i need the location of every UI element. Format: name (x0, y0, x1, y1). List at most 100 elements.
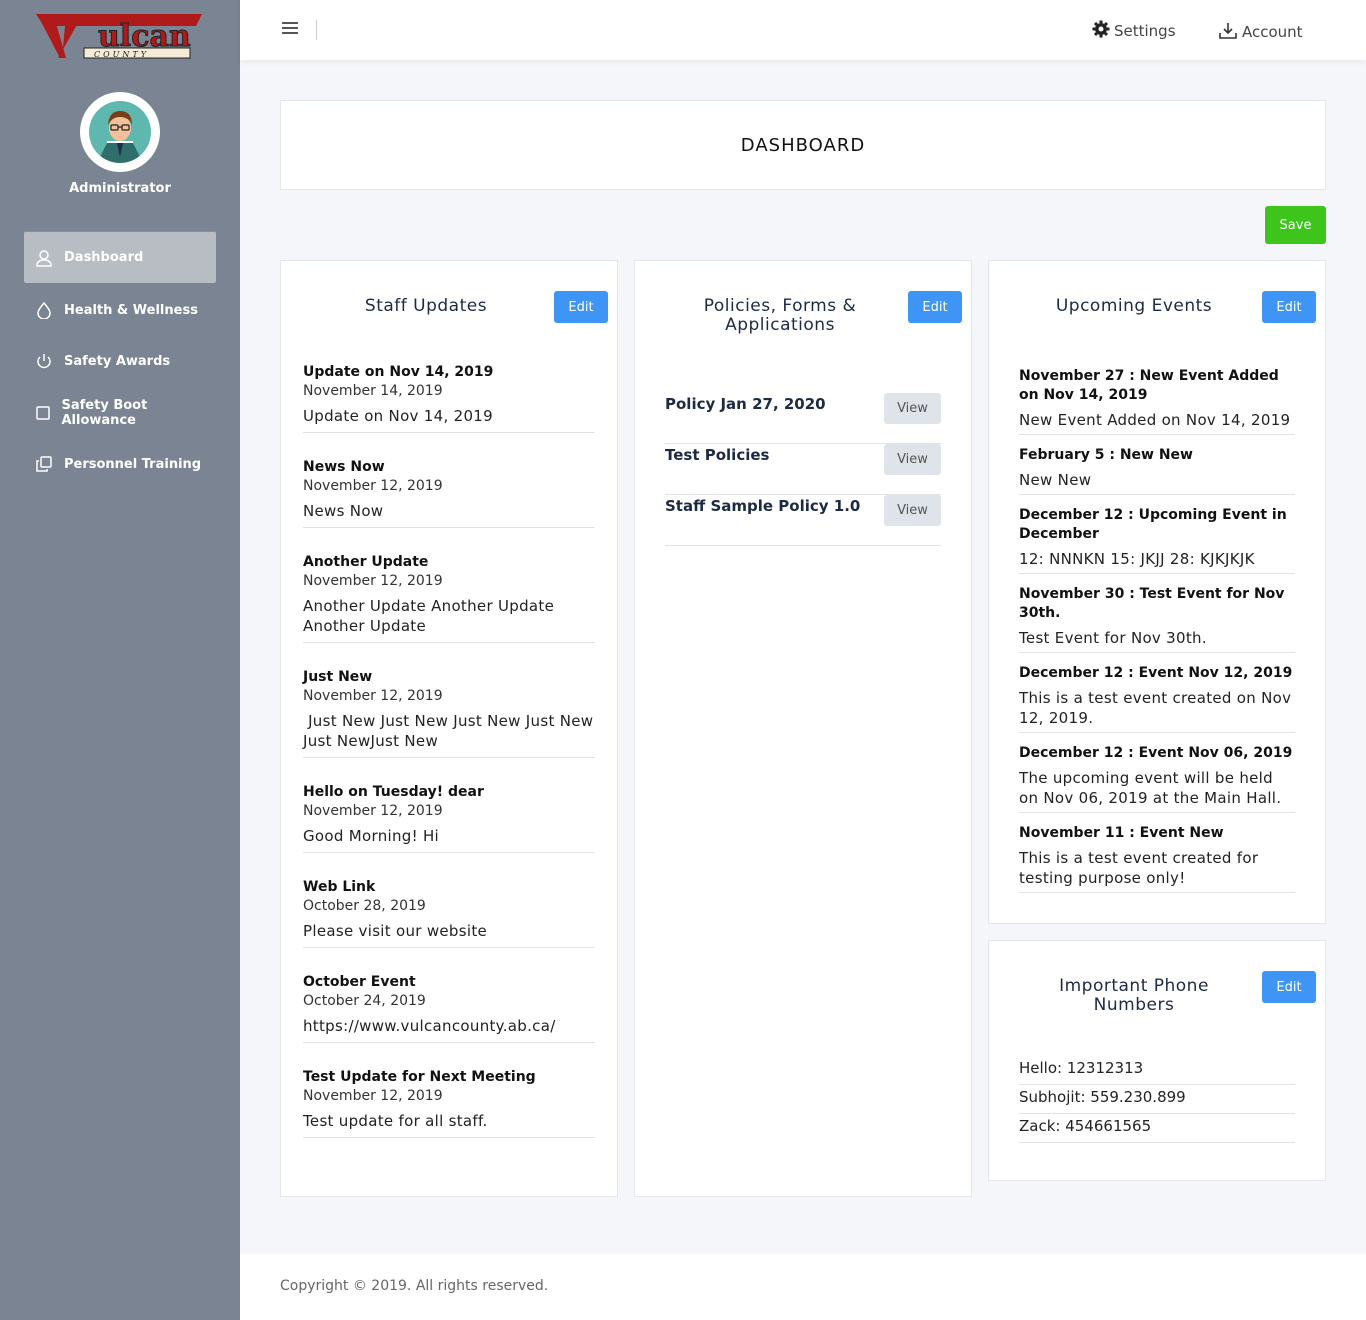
sidebar: ulcan COUNTY Administrator Dashboard Hea… (0, 0, 240, 1320)
item-title: October Event (303, 974, 416, 990)
item-date: October 28, 2019 (303, 898, 426, 914)
event-body: The upcoming event will be held on Nov 0… (1019, 769, 1282, 807)
item-title: Another Update (303, 554, 429, 570)
list-item[interactable]: Web Link October 28, 2019 Please visit o… (303, 878, 595, 948)
policies-edit-button[interactable]: Edit (908, 291, 962, 323)
page-title: DASHBOARD (740, 134, 866, 156)
copy-icon (24, 455, 64, 473)
event-title: December 12 : Event Nov 12, 2019 (1019, 665, 1293, 681)
event-title: February 5 : New New (1019, 447, 1193, 463)
list-item[interactable]: Update on Nov 14, 2019 November 14, 2019… (303, 363, 595, 433)
account-label: Account (1242, 23, 1303, 41)
sidebar-item-label: Personnel Training (64, 456, 202, 472)
item-date: November 12, 2019 (303, 1088, 443, 1104)
item-body: Please visit our website (303, 922, 488, 940)
policy-name[interactable]: Staff Sample Policy 1.0 (665, 496, 860, 516)
item-title: Hello on Tuesday! dear (303, 784, 484, 800)
item-body: Good Morning! Hi (303, 827, 440, 845)
menu-toggle-icon[interactable] (282, 22, 298, 38)
list-item[interactable]: November 11 : Event New This is a test e… (1019, 824, 1295, 893)
list-item[interactable]: Test Update for Next Meeting November 12… (303, 1068, 595, 1138)
avatar[interactable] (80, 92, 160, 172)
user-name: Administrator (69, 181, 171, 196)
sidebar-item-dashboard[interactable]: Dashboard (24, 231, 216, 283)
item-title: Test Update for Next Meeting (303, 1069, 536, 1085)
item-title: News Now (303, 459, 385, 475)
sidebar-item-health-wellness[interactable]: Health & Wellness (24, 284, 216, 336)
divider (316, 20, 317, 40)
item-body: Test update for all staff. (303, 1112, 488, 1130)
drop-icon (24, 301, 64, 319)
list-item[interactable]: Just New November 12, 2019 Just New Just… (303, 668, 595, 758)
view-button[interactable]: View (884, 393, 941, 424)
event-body: Test Event for Nov 30th. (1019, 629, 1207, 647)
list-item: Policy Jan 27, 2020 View (665, 393, 941, 444)
sidebar-item-safety-awards[interactable]: Safety Awards (24, 335, 216, 387)
list-item: Test Policies View (665, 444, 941, 495)
list-item: Hello: 12312313 (1019, 1056, 1295, 1085)
event-body: This is a test event created on Nov 12, … (1019, 689, 1292, 727)
item-body: News Now (303, 502, 384, 520)
sidebar-item-personnel-training[interactable]: Personnel Training (24, 438, 216, 490)
staff-updates-title: Staff Updates (364, 296, 488, 316)
policy-name[interactable]: Policy Jan 27, 2020 (665, 394, 826, 414)
event-body: This is a test event created for testing… (1019, 849, 1259, 887)
events-card: Upcoming Events Edit November 27 : New E… (988, 260, 1326, 924)
event-title: December 12 : Event Nov 06, 2019 (1019, 745, 1293, 761)
vulcan-county-logo[interactable]: ulcan COUNTY (36, 12, 204, 60)
list-item[interactable]: Another Update November 12, 2019 Another… (303, 553, 595, 643)
list-item: Zack: 454661565 (1019, 1114, 1295, 1143)
item-date: November 12, 2019 (303, 803, 443, 819)
svg-text:COUNTY: COUNTY (94, 50, 149, 59)
copyright-text: Copyright © 2019. All rights reserved. (280, 1278, 549, 1294)
event-body: New Event Added on Nov 14, 2019 (1019, 411, 1291, 429)
event-body: New New (1019, 471, 1092, 489)
event-title: December 12 : Upcoming Event in December (1019, 507, 1287, 542)
view-button[interactable]: View (884, 495, 941, 526)
policies-title: Policies, Forms & Applications (703, 296, 857, 335)
item-date: November 12, 2019 (303, 478, 443, 494)
item-date: October 24, 2019 (303, 993, 426, 1009)
footer: Copyright © 2019. All rights reserved. (240, 1254, 1366, 1320)
policy-name[interactable]: Test Policies (665, 445, 769, 465)
square-icon (24, 405, 62, 421)
save-button[interactable]: Save (1265, 206, 1326, 244)
item-body: Another Update Another Update Another Up… (303, 597, 555, 635)
event-title: November 11 : Event New (1019, 825, 1224, 841)
sidebar-item-label: Dashboard (64, 250, 144, 265)
events-title: Upcoming Events (1055, 296, 1213, 316)
item-body: Update on Nov 14, 2019 (303, 407, 493, 425)
settings-label: Settings (1114, 22, 1176, 40)
list-item[interactable]: November 30 : Test Event for Nov 30th. T… (1019, 585, 1295, 653)
staff-updates-card: Staff Updates Edit Update on Nov 14, 201… (280, 260, 618, 1197)
list-item: Staff Sample Policy 1.0 View (665, 495, 941, 546)
list-item: Subhojit: 559.230.899 (1019, 1085, 1295, 1114)
events-edit-button[interactable]: Edit (1262, 291, 1316, 323)
item-title: Update on Nov 14, 2019 (303, 364, 494, 380)
list-item[interactable]: February 5 : New New New New (1019, 446, 1295, 495)
item-date: November 14, 2019 (303, 383, 443, 399)
list-item[interactable]: Hello on Tuesday! dear November 12, 2019… (303, 783, 595, 853)
list-item[interactable]: December 12 : Event Nov 06, 2019 The upc… (1019, 744, 1295, 813)
sidebar-item-label: Health & Wellness (64, 302, 198, 318)
list-item[interactable]: News Now November 12, 2019 News Now (303, 458, 595, 528)
page-title-card: DASHBOARD (280, 100, 1326, 190)
item-body: https://www.vulcancounty.ab.ca/ (303, 1017, 556, 1035)
item-title: Web Link (303, 879, 376, 895)
list-item[interactable]: October Event October 24, 2019 https://w… (303, 973, 595, 1043)
phones-edit-button[interactable]: Edit (1262, 971, 1316, 1003)
account-link[interactable]: Account (1218, 20, 1303, 44)
sidebar-item-safety-boot-allowance[interactable]: Safety Boot Allowance (24, 387, 216, 439)
list-item[interactable]: December 12 : Event Nov 12, 2019 This is… (1019, 664, 1295, 733)
settings-link[interactable]: Settings (1092, 20, 1176, 42)
staff-updates-edit-button[interactable]: Edit (554, 291, 608, 323)
topbar: Settings Account (240, 0, 1366, 60)
item-date: November 12, 2019 (303, 573, 443, 589)
list-item[interactable]: December 12 : Upcoming Event in December… (1019, 506, 1295, 574)
policies-card: Policies, Forms & Applications Edit Poli… (634, 260, 972, 1197)
event-title: November 30 : Test Event for Nov 30th. (1019, 586, 1285, 621)
event-title: November 27 : New Event Added on Nov 14,… (1019, 368, 1279, 403)
list-item[interactable]: November 27 : New Event Added on Nov 14,… (1019, 367, 1295, 435)
view-button[interactable]: View (884, 444, 941, 475)
sidebar-item-label: Safety Awards (64, 353, 171, 369)
